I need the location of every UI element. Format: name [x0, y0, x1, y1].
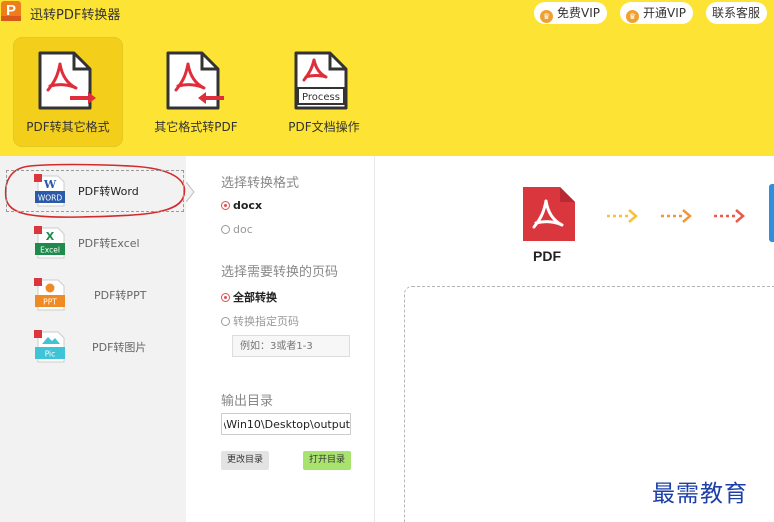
- radio-checked-icon: [221, 293, 230, 302]
- open-vip-button[interactable]: ♛ 开通VIP: [620, 2, 693, 24]
- dotted-arrow-icon: [661, 209, 692, 223]
- pages-radio-specified[interactable]: 转换指定页码: [221, 313, 299, 329]
- free-vip-button[interactable]: ♛ 免费VIP: [534, 2, 607, 24]
- word-file-icon: [769, 184, 774, 242]
- word-icon: WORD W: [34, 174, 65, 207]
- sidebar-item-pdf-to-ppt[interactable]: PPT PDF转PPT: [0, 270, 186, 320]
- change-directory-button[interactable]: 更改目录: [221, 451, 270, 470]
- options-panel: 选择转换格式 docx doc 选择需要转换的页码 全部转换 转换指定页码 输出…: [196, 156, 374, 522]
- vip-crown-icon: ♛: [540, 10, 553, 23]
- app-logo-icon: P: [1, 1, 21, 21]
- title-bar: P 迅转PDF转换器 ♛ 免费VIP ♛ 开通VIP 联系客服: [0, 0, 774, 28]
- other-to-pdf-icon: [166, 51, 224, 110]
- pdf-to-other-icon: [38, 51, 96, 110]
- ppt-icon-text: PPT: [43, 298, 57, 307]
- contact-service-button[interactable]: 联系客服: [706, 2, 768, 24]
- tool-label: 其它格式转PDF: [154, 120, 238, 134]
- sidebar-item-label: PDF转图片: [92, 341, 147, 354]
- ppt-icon: PPT: [34, 278, 65, 311]
- free-vip-label: 免费VIP: [557, 6, 600, 20]
- tool-pdf-to-other[interactable]: PDF转其它格式: [14, 38, 122, 146]
- dotted-arrow-icon: [607, 209, 638, 223]
- format-radio-label: doc: [233, 223, 253, 236]
- sidebar-item-label: PDF转PPT: [94, 289, 147, 302]
- pdf-label: PDF: [533, 248, 561, 264]
- pages-radio-all[interactable]: 全部转换: [221, 289, 277, 305]
- active-caret-icon: [186, 182, 195, 202]
- app-title: 迅转PDF转换器: [30, 8, 121, 23]
- picture-icon: Pic: [34, 330, 65, 363]
- tool-other-to-pdf[interactable]: 其它格式转PDF: [142, 38, 250, 146]
- sidebar-item-pdf-to-word[interactable]: WORD W PDF转Word: [0, 166, 186, 216]
- output-path-input[interactable]: [221, 413, 351, 435]
- page-range-input[interactable]: [232, 335, 350, 357]
- pdf-process-icon: Process: [294, 51, 348, 110]
- pages-section-title: 选择需要转换的页码: [221, 265, 339, 280]
- pages-radio-label: 全部转换: [233, 291, 277, 304]
- picture-icon-text: Pic: [45, 350, 56, 359]
- main-toolbar: PDF转其它格式 其它格式转PDF Process PDF文档操作: [0, 28, 774, 156]
- dotted-arrow-icon: [714, 209, 745, 223]
- sidebar-item-label: PDF转Word: [78, 185, 139, 198]
- pages-radio-label: 转换指定页码: [233, 315, 299, 328]
- watermark: 最需教育: [652, 481, 748, 507]
- format-radio-docx[interactable]: docx: [221, 199, 262, 212]
- sidebar-item-pdf-to-excel[interactable]: Excel X PDF转Excel: [0, 218, 186, 268]
- tool-label: PDF转其它格式: [26, 120, 110, 134]
- open-vip-label: 开通VIP: [643, 6, 686, 20]
- excel-icon: Excel X: [34, 226, 65, 259]
- radio-unchecked-icon: [221, 317, 230, 326]
- process-icon-text: Process: [302, 92, 340, 103]
- svg-text:X: X: [46, 230, 55, 243]
- word-icon-text: WORD: [38, 194, 63, 203]
- sidebar-item-label: PDF转Excel: [78, 237, 140, 250]
- radio-checked-icon: [221, 201, 230, 210]
- pdf-file-icon: [523, 187, 575, 241]
- tool-pdf-process[interactable]: Process PDF文档操作: [270, 38, 378, 146]
- open-directory-button[interactable]: 打开目录: [303, 451, 352, 470]
- format-radio-doc[interactable]: doc: [221, 223, 253, 236]
- format-radio-label: docx: [233, 199, 263, 212]
- sidebar-item-pdf-to-image[interactable]: Pic PDF转图片: [0, 322, 186, 372]
- format-section-title: 选择转换格式: [221, 176, 300, 191]
- sidebar: WORD W PDF转Word Excel X PDF转Excel PPT PD…: [0, 156, 186, 522]
- vip-crown-icon: ♛: [626, 10, 639, 23]
- contact-service-label: 联系客服: [712, 6, 761, 20]
- output-section-title: 输出目录: [221, 394, 274, 409]
- radio-unchecked-icon: [221, 225, 230, 234]
- app-logo-strip: [1, 16, 21, 21]
- tool-label: PDF文档操作: [288, 120, 360, 134]
- svg-text:W: W: [43, 178, 57, 191]
- main-area: PDF 最需教育: [375, 156, 774, 522]
- excel-icon-text: Excel: [40, 246, 60, 255]
